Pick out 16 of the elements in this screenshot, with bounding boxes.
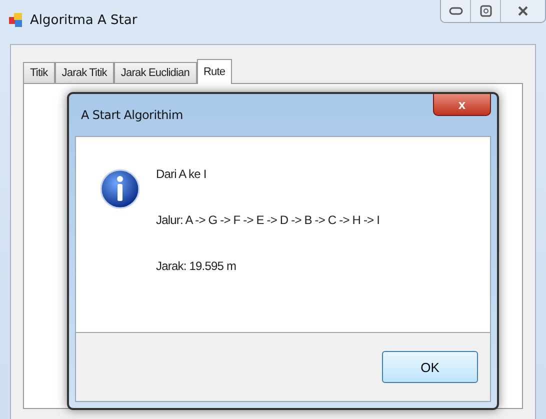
app-icon	[8, 12, 24, 28]
info-icon	[100, 169, 140, 209]
dialog-title: A Start Algorithim	[81, 108, 183, 122]
minimize-icon	[448, 7, 462, 15]
maximize-icon	[480, 5, 492, 17]
message-text: Jarak: 19.595 m	[156, 259, 238, 273]
tab[interactable]: Jarak Titik	[54, 62, 114, 83]
ok-button[interactable]: OK	[382, 351, 478, 383]
tab[interactable]: Jarak Euclidian	[114, 62, 196, 83]
close-icon	[517, 5, 529, 17]
message-text: Dari A ke I	[156, 167, 208, 181]
tab[interactable]: Titik	[23, 62, 55, 83]
close-button[interactable]: x	[433, 94, 491, 116]
window-title: Algoritma A Star	[30, 12, 138, 28]
message-text: Jalur: A -> G -> F -> E -> D -> B -> C -> H -> I	[156, 213, 380, 227]
tab[interactable]: Rute	[196, 59, 232, 84]
